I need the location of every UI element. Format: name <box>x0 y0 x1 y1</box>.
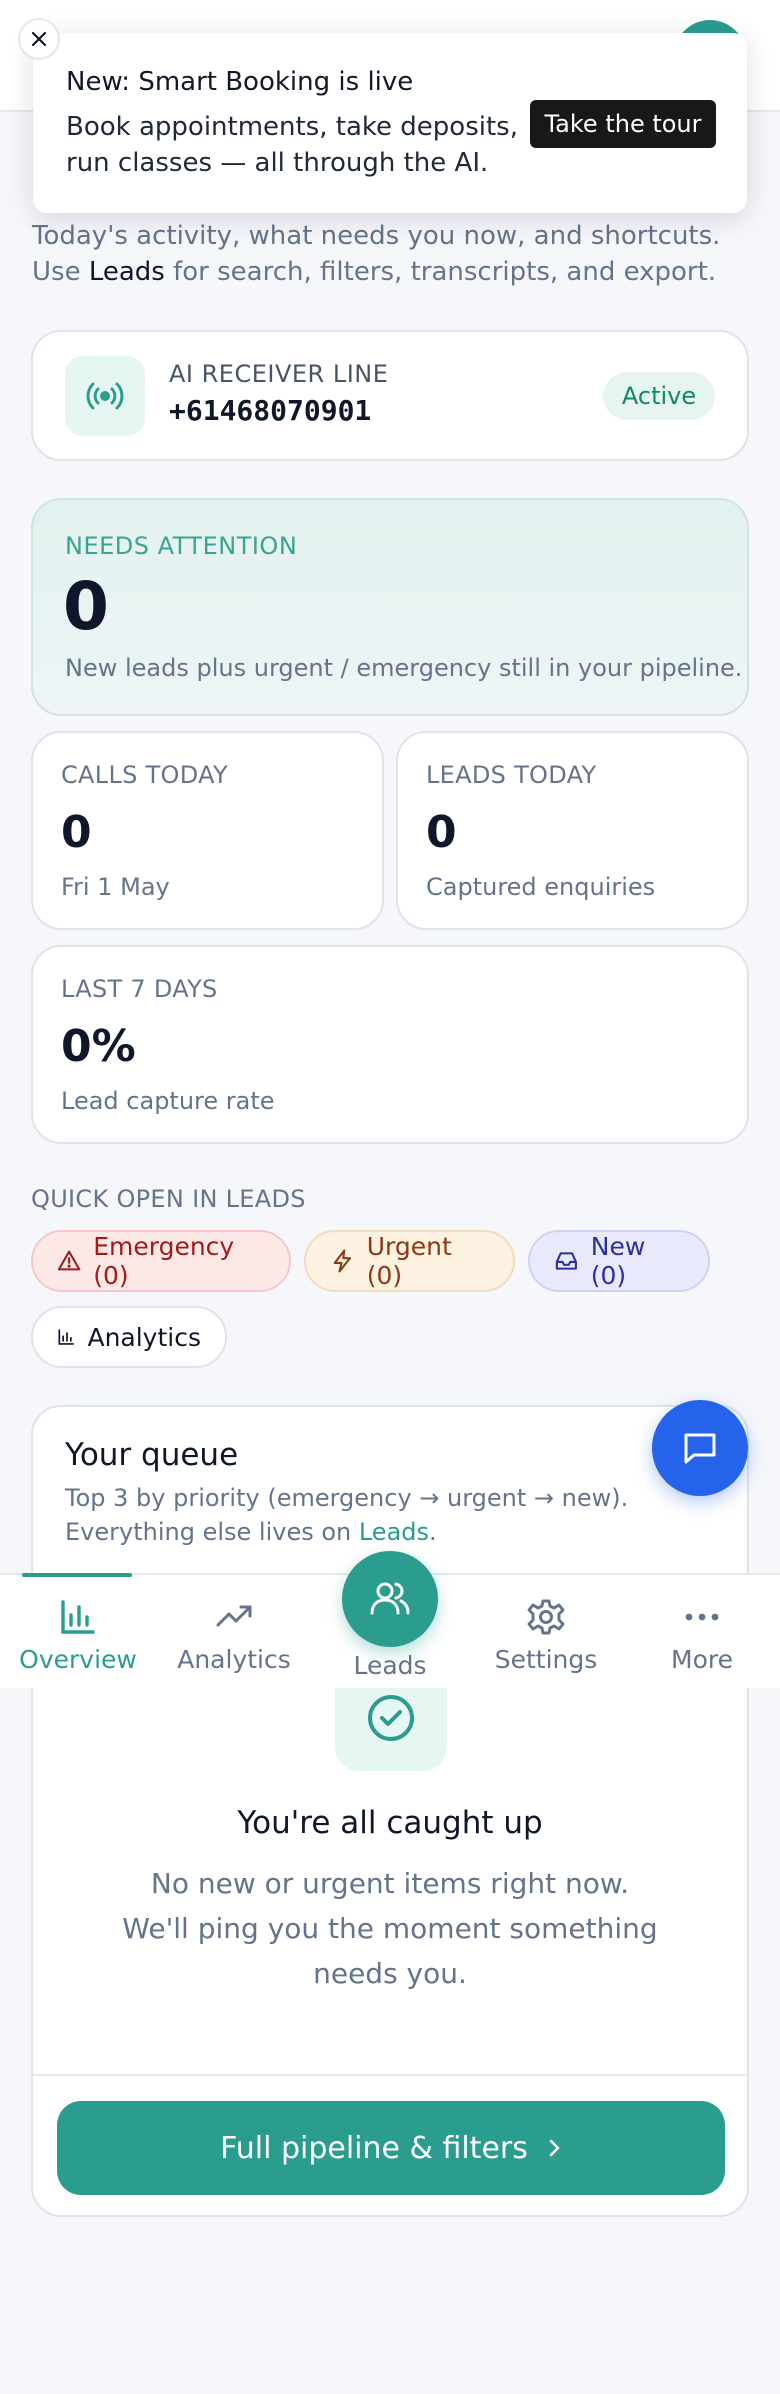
chat-bubble-icon <box>684 1433 716 1464</box>
queue-divider <box>33 2074 747 2076</box>
nav-overview-label: Overview <box>19 1645 137 1674</box>
last7-value: 0% <box>61 1021 136 1072</box>
announcement-title: New: Smart Booking is live <box>66 67 414 97</box>
nav-analytics-label: Analytics <box>177 1645 291 1674</box>
last7-label: LAST 7 DAYS <box>61 975 218 1003</box>
new-chip[interactable]: New (0) <box>528 1230 710 1292</box>
leads-today-card: LEADS TODAY 0 Captured enquiries <box>396 731 749 930</box>
new-chip-label: New (0) <box>590 1232 646 1290</box>
urgent-chip-label: Urgent (0) <box>366 1232 452 1290</box>
caught-up-title: You're all caught up <box>237 1805 543 1841</box>
attention-description: New leads plus urgent / emergency still … <box>65 654 743 682</box>
full-pipeline-label: Full pipeline & filters <box>220 2130 528 2166</box>
calls-today-card: CALLS TODAY 0 Fri 1 May <box>31 731 384 930</box>
queue-description: Top 3 by priority (emergency → urgent → … <box>65 1481 725 1549</box>
calls-sub: Fri 1 May <box>61 873 170 901</box>
leads-value: 0 <box>426 807 457 858</box>
emergency-chip[interactable]: Emergency (0) <box>31 1230 291 1292</box>
caught-up-description: No new or urgent items right now. We'll … <box>122 1867 658 1990</box>
analytics-chip-label: Analytics <box>87 1322 201 1352</box>
queue-desc-before: Top 3 by priority (emergency → urgent → … <box>65 1484 629 1546</box>
check-circle-icon <box>368 1695 414 1741</box>
nav-more-label: More <box>671 1645 733 1674</box>
emergency-chip-label: Emergency (0) <box>93 1232 235 1290</box>
trending-up-icon <box>216 1605 252 1627</box>
bar-chart-icon <box>58 1329 75 1345</box>
more-dots-icon <box>685 1613 719 1621</box>
analytics-chip[interactable]: Analytics <box>31 1306 227 1368</box>
last-7-days-card: LAST 7 DAYS 0% Lead capture rate <box>31 945 749 1144</box>
queue-desc-after: . <box>429 1518 437 1546</box>
intro-leads-link[interactable]: Leads <box>89 257 165 287</box>
nav-settings-label: Settings <box>494 1645 598 1674</box>
last7-sub: Lead capture rate <box>61 1087 275 1115</box>
receiver-label: AI RECEIVER LINE <box>169 360 389 388</box>
full-pipeline-button[interactable]: Full pipeline & filters <box>57 2101 725 2195</box>
nav-analytics[interactable]: Analytics <box>156 1575 312 1690</box>
leads-sub: Captured enquiries <box>426 873 656 901</box>
attention-value: 0 <box>63 568 109 645</box>
leads-label: LEADS TODAY <box>426 761 597 789</box>
chat-button[interactable] <box>652 1400 748 1496</box>
users-icon <box>370 1582 410 1615</box>
queue-card: Your queue Top 3 by priority (emergency … <box>31 1405 749 2217</box>
warning-triangle-icon <box>57 1250 81 1271</box>
nav-overview[interactable]: Overview <box>0 1573 156 1690</box>
chevron-right-icon <box>549 2139 560 2157</box>
announcement-popup: New: Smart Booking is live Book appointm… <box>33 33 747 213</box>
quick-open-title: QUICK OPEN IN LEADS <box>31 1185 306 1213</box>
receiver-icon-tile <box>65 356 145 436</box>
intro-after: for search, filters, transcripts, and ex… <box>164 257 717 287</box>
nav-settings[interactable]: Settings <box>468 1575 624 1690</box>
nav-leads[interactable]: Leads <box>312 1551 468 1690</box>
nav-leads-label: Leads <box>353 1651 427 1680</box>
lightning-icon <box>333 1249 352 1273</box>
queue-title: Your queue <box>65 1437 239 1473</box>
nav-more[interactable]: More <box>624 1575 780 1690</box>
receiver-number: +61468070901 <box>169 394 372 427</box>
calls-value: 0 <box>61 807 92 858</box>
status-badge: Active <box>603 372 715 420</box>
gear-icon <box>527 1599 565 1635</box>
announcement-body: Book appointments, take deposits, run cl… <box>66 112 518 178</box>
attention-label: NEEDS ATTENTION <box>65 532 298 560</box>
receiver-card: AI RECEIVER LINE +61468070901 Active <box>31 330 749 461</box>
needs-attention-card[interactable]: NEEDS ATTENTION 0 New leads plus urgent … <box>31 498 749 716</box>
intro-text: Today's activity, what needs you now, an… <box>32 218 752 290</box>
leads-fab[interactable] <box>342 1551 438 1647</box>
urgent-chip[interactable]: Urgent (0) <box>304 1230 515 1292</box>
queue-leads-link[interactable]: Leads <box>359 1518 429 1546</box>
announcement-close-button[interactable] <box>18 18 60 60</box>
take-tour-button[interactable]: Take the tour <box>530 100 716 148</box>
bar-chart-icon <box>61 1600 95 1634</box>
calls-label: CALLS TODAY <box>61 761 228 789</box>
inbox-icon <box>555 1252 577 1270</box>
close-icon <box>31 31 47 47</box>
bottom-nav: Overview Analytics Leads Settings More <box>0 1551 780 1690</box>
broadcast-icon <box>86 382 124 410</box>
